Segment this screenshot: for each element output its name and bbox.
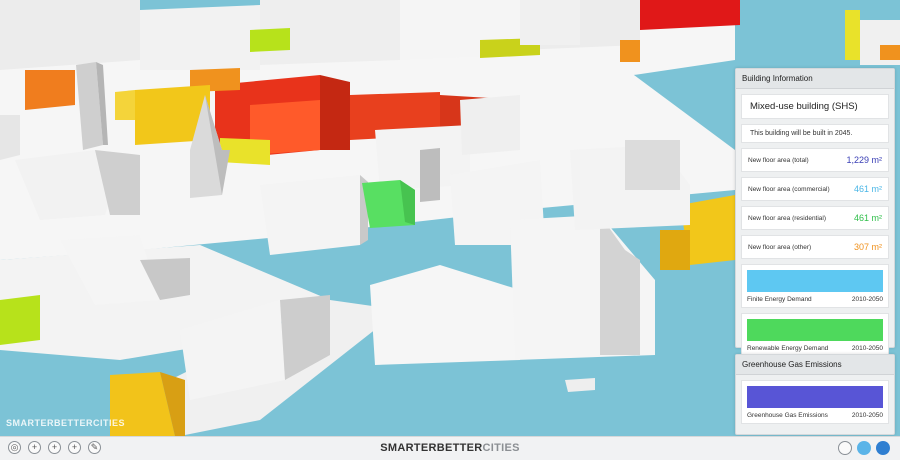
layers-icon[interactable] [838,441,852,455]
bottom-toolbar: ◎ + + + ✎ SMARTERBETTERCITIES [0,436,900,460]
ghg-section: Greenhouse Gas Emissions Greenhouse Gas … [735,354,895,435]
selected-building[interactable] [362,180,415,228]
building-name: Mixed-use building (SHS) [741,94,889,119]
finite-energy-range: 2010-2050 [851,296,883,303]
ghg-bar[interactable] [747,386,883,408]
building-note: This building will be built in 2045. [741,124,889,143]
ghg-label: Greenhouse Gas Emissions [747,412,828,419]
floor-area-other-row: New floor area (other) 307 m² [741,235,889,259]
brand-text-dark: SMARTERBETTER [380,442,483,454]
brand-logo: SMARTERBETTERCITIES [0,442,900,454]
ghg-header: Greenhouse Gas Emissions [736,355,894,375]
renewable-energy-card[interactable]: Renewable Energy Demand 2010-2050 [741,313,889,357]
floor-area-commercial-value: 461 m² [853,184,882,194]
floor-area-total-row: New floor area (total) 1,229 m² [741,148,889,172]
finite-energy-bar[interactable] [747,270,883,292]
ghg-card[interactable]: Greenhouse Gas Emissions 2010-2050 [741,380,889,424]
floor-area-other-label: New floor area (other) [748,243,812,251]
scene-watermark: SMARTERBETTERCITIES [6,418,126,428]
info-panel: Building Information Mixed-use building … [735,68,895,435]
floor-area-commercial-label: New floor area (commercial) [748,185,830,193]
renewable-energy-range: 2010-2050 [851,345,883,352]
buildings-right-edge [860,20,900,65]
brand-text-light: CITIES [482,442,520,454]
renewable-energy-bar[interactable] [747,319,883,341]
ghg-range: 2010-2050 [851,412,883,419]
floor-area-residential-label: New floor area (residential) [748,214,827,222]
building-info-section: Building Information Mixed-use building … [735,68,895,357]
floor-area-other-value: 307 m² [853,242,882,252]
floor-area-residential-value: 461 m² [853,213,882,223]
floor-area-total-value: 1,229 m² [846,155,882,165]
floor-area-residential-row: New floor area (residential) 461 m² [741,206,889,230]
finite-energy-card[interactable]: Finite Energy Demand 2010-2050 [741,264,889,308]
renewable-energy-label: Renewable Energy Demand [747,345,829,352]
building-info-header: Building Information [736,69,894,89]
close-icon[interactable] [876,441,890,455]
finite-energy-label: Finite Energy Demand [747,296,812,303]
floor-area-total-label: New floor area (total) [748,156,809,164]
chart-icon[interactable] [857,441,871,455]
floor-area-commercial-row: New floor area (commercial) 461 m² [741,177,889,201]
